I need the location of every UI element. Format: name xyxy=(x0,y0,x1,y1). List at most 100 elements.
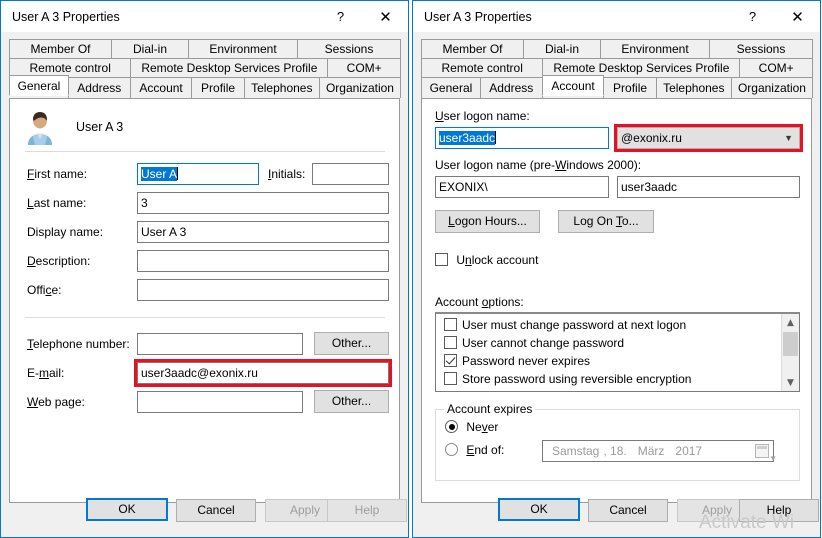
general-tab-page: User A 3 First name: User A Initials: La… xyxy=(9,98,400,503)
webpage-input[interactable] xyxy=(137,391,303,413)
list-item[interactable]: User must change password at next logon xyxy=(436,316,799,334)
tab-row-1-left: Member Of Dial-in Environment Sessions xyxy=(9,39,401,58)
tab-general[interactable]: General xyxy=(421,77,481,98)
help-button[interactable]: Help xyxy=(739,499,819,522)
tab-address[interactable]: Address xyxy=(67,77,131,98)
cancel-button[interactable]: Cancel xyxy=(176,499,256,522)
tab-dial-in[interactable]: Dial-in xyxy=(111,39,189,58)
option-label: Store password using reversible encrypti… xyxy=(462,372,692,386)
titlebar-left: User A 3 Properties ? ✕ xyxy=(1,1,408,32)
tab-com-plus[interactable]: COM+ xyxy=(739,58,813,77)
first-name-value: User A xyxy=(141,167,178,181)
list-item[interactable]: Password never expires xyxy=(436,352,799,370)
tab-profile[interactable]: Profile xyxy=(191,77,245,98)
webpage-label: Web page: xyxy=(27,395,85,409)
account-expires-never-radio[interactable]: Never xyxy=(445,420,498,434)
upn-suffix-dropdown[interactable]: @exonix.ru ▼ xyxy=(617,127,800,149)
date-year: 2017 xyxy=(675,444,703,458)
email-input[interactable]: user3aadc@exonix.ru xyxy=(137,362,389,384)
scroll-down-icon[interactable]: ▼ xyxy=(782,374,799,391)
account-options-label: Account options: xyxy=(435,295,524,309)
titlebar-right: User A 3 Properties ? ✕ xyxy=(413,1,820,32)
tab-remote-desktop-services-profile[interactable]: Remote Desktop Services Profile xyxy=(130,58,329,77)
log-on-to-button[interactable]: Log On To... xyxy=(558,210,654,233)
window-title-right: User A 3 Properties xyxy=(424,9,532,24)
user-properties-dialog-general: User A 3 Properties ? ✕ Member Of Dial-i… xyxy=(0,0,409,538)
tab-dial-in[interactable]: Dial-in xyxy=(523,39,601,58)
list-item[interactable]: Store password using reversible encrypti… xyxy=(436,370,799,388)
tab-member-of[interactable]: Member Of xyxy=(9,39,112,58)
checkbox-box xyxy=(435,253,448,266)
help-icon[interactable]: ? xyxy=(730,2,775,32)
ok-button[interactable]: OK xyxy=(86,498,168,521)
first-name-input[interactable]: User A xyxy=(137,163,259,185)
pre2000-domain-input[interactable]: EXONIX\ xyxy=(435,176,609,198)
text-caret xyxy=(495,131,497,144)
chevron-down-icon: ▼ xyxy=(784,133,793,143)
tab-remote-control[interactable]: Remote control xyxy=(421,58,544,77)
tab-com-plus[interactable]: COM+ xyxy=(327,58,401,77)
account-options-list[interactable]: User must change password at next logon … xyxy=(435,312,800,392)
footer-left: OK Cancel Apply Help xyxy=(1,484,408,537)
tab-profile[interactable]: Profile xyxy=(603,77,657,98)
checkbox-box xyxy=(444,318,457,331)
tab-member-of[interactable]: Member Of xyxy=(421,39,524,58)
logon-hours-button[interactable]: Logon Hours... xyxy=(435,210,540,233)
tab-telephones[interactable]: Telephones xyxy=(655,77,732,98)
last-name-input[interactable]: 3 xyxy=(137,192,389,214)
upn-suffix-value: @exonix.ru xyxy=(621,131,682,145)
help-icon[interactable]: ? xyxy=(318,2,363,32)
pre2000-name-input[interactable]: user3aadc xyxy=(617,176,800,198)
account-expires-endof-radio[interactable]: End of: xyxy=(445,443,504,457)
description-label: Description: xyxy=(27,254,91,268)
calendar-icon[interactable]: ▼ xyxy=(755,444,777,463)
divider-bottom xyxy=(25,317,385,318)
tab-telephones[interactable]: Telephones xyxy=(243,77,320,98)
tab-strip-right: Member Of Dial-in Environment Sessions R… xyxy=(413,32,820,98)
tab-row-2-right: Remote control Remote Desktop Services P… xyxy=(421,58,813,77)
scrollbar-thumb[interactable] xyxy=(783,332,798,356)
last-name-label: Last name: xyxy=(27,196,87,210)
never-label: Never xyxy=(466,420,499,434)
ok-button[interactable]: OK xyxy=(498,498,580,521)
date-weekday: Samstag xyxy=(552,444,600,458)
description-input[interactable] xyxy=(137,250,389,272)
tab-row-1-right: Member Of Dial-in Environment Sessions xyxy=(421,39,813,58)
logon-name-input[interactable]: user3aadc xyxy=(435,127,609,149)
webpage-other-button[interactable]: Other... xyxy=(314,390,389,413)
option-label: Password never expires xyxy=(462,354,591,368)
option-label: User must change password at next logon xyxy=(462,318,687,332)
user-properties-dialog-account: User A 3 Properties ? ✕ Member Of Dial-i… xyxy=(412,0,821,538)
checkbox-box xyxy=(444,336,457,349)
initials-input[interactable] xyxy=(312,163,389,185)
unlock-account-checkbox[interactable]: Unlock account xyxy=(435,253,538,267)
close-icon[interactable]: ✕ xyxy=(363,2,408,32)
initials-label: Initials: xyxy=(268,167,306,181)
close-icon[interactable]: ✕ xyxy=(775,2,820,32)
tab-account[interactable]: Account xyxy=(129,77,193,98)
tab-sessions[interactable]: Sessions xyxy=(709,39,813,58)
user-avatar-icon xyxy=(28,112,52,145)
scrollbar[interactable]: ▲ ▼ xyxy=(781,314,799,391)
tab-general[interactable]: General xyxy=(9,75,69,96)
tab-address[interactable]: Address xyxy=(479,77,543,98)
tab-account[interactable]: Account xyxy=(541,75,605,96)
list-item[interactable]: User cannot change password xyxy=(436,334,799,352)
scroll-up-icon[interactable]: ▲ xyxy=(782,314,799,331)
option-label: User cannot change password xyxy=(462,336,625,350)
email-label: E-mail: xyxy=(27,366,65,380)
tab-organization[interactable]: Organization xyxy=(730,77,814,98)
telephone-input[interactable] xyxy=(137,333,303,355)
display-name-input[interactable]: User A 3 xyxy=(137,221,389,243)
tab-sessions[interactable]: Sessions xyxy=(297,39,401,58)
pre2000-label: User logon name (pre-Windows 2000): xyxy=(435,158,642,172)
cancel-button[interactable]: Cancel xyxy=(588,499,668,522)
tab-environment[interactable]: Environment xyxy=(600,39,710,58)
office-input[interactable] xyxy=(137,279,389,301)
checkbox-box xyxy=(444,354,457,367)
tab-organization[interactable]: Organization xyxy=(318,77,402,98)
account-expires-date-picker[interactable]: Samstag, 18. März 2017 ▼ xyxy=(542,440,777,463)
tab-strip-left: Member Of Dial-in Environment Sessions R… xyxy=(1,32,408,98)
telephone-other-button[interactable]: Other... xyxy=(314,332,389,355)
tab-environment[interactable]: Environment xyxy=(188,39,298,58)
